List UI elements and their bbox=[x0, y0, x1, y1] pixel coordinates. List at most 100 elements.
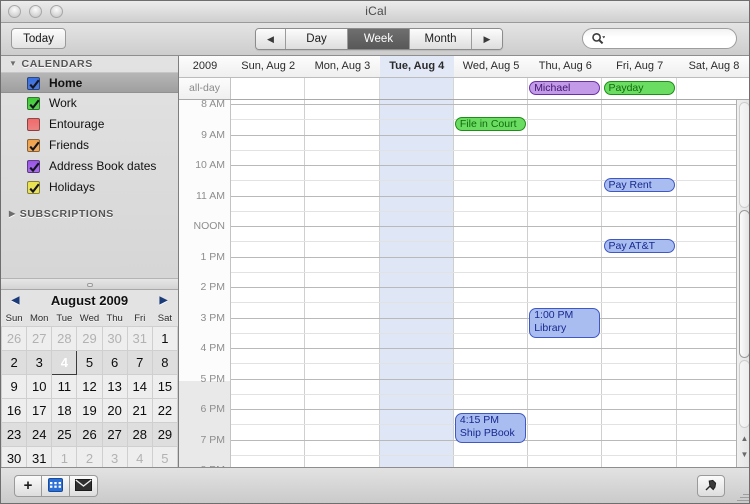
next-period-button[interactable]: ▶ bbox=[472, 29, 502, 49]
scrollbar-thumb[interactable] bbox=[739, 210, 749, 358]
sidebar-splitter[interactable] bbox=[1, 278, 178, 290]
all-day-cell-0[interactable] bbox=[231, 78, 306, 99]
mini-day-cell[interactable]: 26 bbox=[1, 325, 28, 351]
mini-day-cell[interactable]: 16 bbox=[1, 397, 28, 423]
calendar-checkbox[interactable] bbox=[27, 97, 40, 110]
all-day-cell-1[interactable] bbox=[305, 78, 380, 99]
calendar-event[interactable]: File in Court bbox=[454, 117, 527, 131]
mini-day-cell[interactable]: 19 bbox=[76, 397, 103, 423]
day-header-0[interactable]: Sun, Aug 2 bbox=[231, 56, 305, 77]
calendar-event[interactable]: Pay AT&T bbox=[603, 239, 675, 253]
subscriptions-group-header[interactable]: ▶ SUBSCRIPTIONS bbox=[1, 206, 178, 222]
mini-day-cell[interactable]: 11 bbox=[51, 373, 78, 399]
day-column-4[interactable] bbox=[528, 100, 603, 467]
calendar-checkbox[interactable] bbox=[27, 77, 40, 90]
scroll-up-arrow-icon[interactable]: ▲ bbox=[739, 432, 749, 446]
calendar-item-address-book-dates[interactable]: Address Book dates bbox=[1, 156, 178, 177]
mini-day-cell[interactable]: 21 bbox=[126, 397, 153, 423]
day-header-2[interactable]: Tue, Aug 4 bbox=[379, 56, 454, 77]
time-grid[interactable]: 8 AM 9 AM 10 AM 11 AM NOON 1 PM 2 PM 3 PM 4 PM 5 … bbox=[179, 100, 749, 467]
previous-period-button[interactable]: ◀ bbox=[256, 29, 286, 49]
mini-day-cell[interactable]: 18 bbox=[51, 397, 78, 423]
half-hour-gridline bbox=[231, 302, 749, 304]
mini-day-cell[interactable]: 24 bbox=[26, 421, 53, 447]
all-day-cell-2[interactable] bbox=[379, 78, 454, 99]
calendar-checkbox[interactable] bbox=[27, 160, 40, 173]
scrollbar-track-lower[interactable] bbox=[739, 360, 749, 428]
mini-day-cell[interactable]: 29 bbox=[76, 325, 103, 351]
day-header-6[interactable]: Sat, Aug 8 bbox=[677, 56, 749, 77]
mini-day-cell[interactable]: 20 bbox=[101, 397, 128, 423]
mini-prev-month-button[interactable]: ◀ bbox=[9, 295, 22, 307]
mini-day-cell[interactable]: 15 bbox=[151, 373, 179, 399]
mini-day-cell[interactable]: 10 bbox=[26, 373, 53, 399]
today-button[interactable]: Today bbox=[11, 28, 66, 49]
day-column-2[interactable] bbox=[379, 100, 454, 467]
all-day-event[interactable]: Payday bbox=[603, 81, 675, 95]
day-column-5[interactable] bbox=[603, 100, 677, 467]
tab-day[interactable]: Day bbox=[286, 29, 348, 49]
mini-day-cell[interactable]: 30 bbox=[101, 325, 128, 351]
calendar-item-holidays[interactable]: Holidays bbox=[1, 177, 178, 198]
mini-day-cell[interactable]: 22 bbox=[151, 397, 179, 423]
day-header-3[interactable]: Wed, Aug 5 bbox=[454, 56, 528, 77]
mini-day-cell[interactable]: 9 bbox=[1, 373, 28, 399]
mini-day-cell[interactable]: 12 bbox=[76, 373, 103, 399]
day-header-1[interactable]: Mon, Aug 3 bbox=[305, 56, 379, 77]
calendar-checkbox[interactable] bbox=[27, 181, 40, 194]
mini-day-cell[interactable]: 27 bbox=[26, 325, 53, 351]
vertical-scrollbar[interactable]: ▲ ▼ bbox=[736, 100, 749, 467]
day-column-3[interactable] bbox=[454, 100, 529, 467]
mini-day-cell[interactable]: 31 bbox=[126, 325, 153, 351]
mini-day-cell[interactable]: 3 bbox=[26, 349, 53, 375]
mini-day-cell[interactable]: 5 bbox=[76, 349, 103, 375]
all-day-event[interactable]: Michael bbox=[529, 81, 601, 95]
calendar-event[interactable]: 4:15 PM Ship PBook bbox=[454, 413, 527, 443]
mini-day-cell[interactable]: 23 bbox=[1, 421, 28, 447]
add-calendar-button[interactable]: + bbox=[14, 475, 42, 497]
calendar-item-entourage[interactable]: Entourage bbox=[1, 114, 178, 135]
calendars-group-header[interactable]: ▼ CALENDARS bbox=[1, 56, 178, 72]
disclosure-triangle-right-icon[interactable]: ▶ bbox=[9, 206, 16, 222]
all-day-cell-6[interactable] bbox=[677, 78, 749, 99]
mini-day-cell[interactable]: 14 bbox=[126, 373, 153, 399]
mini-day-cell[interactable]: 2 bbox=[1, 349, 28, 375]
calendar-event[interactable]: Pay Rent bbox=[603, 178, 675, 192]
show-calendars-button[interactable] bbox=[42, 475, 70, 497]
all-day-cell-3[interactable] bbox=[454, 78, 529, 99]
mini-day-cell[interactable]: 26 bbox=[76, 421, 103, 447]
tab-week[interactable]: Week bbox=[348, 29, 410, 49]
mini-next-month-button[interactable]: ▶ bbox=[157, 295, 170, 307]
mini-day-cell[interactable]: 6 bbox=[101, 349, 128, 375]
day-column-1[interactable] bbox=[305, 100, 380, 467]
mini-day-cell[interactable]: 4 bbox=[51, 349, 78, 375]
mini-day-cell[interactable]: 8 bbox=[151, 349, 179, 375]
calendar-item-work[interactable]: Work bbox=[1, 93, 178, 114]
day-header-5[interactable]: Fri, Aug 7 bbox=[603, 56, 677, 77]
calendar-item-home[interactable]: Home bbox=[1, 72, 178, 93]
tab-month[interactable]: Month bbox=[410, 29, 472, 49]
mail-event-button[interactable] bbox=[70, 475, 98, 497]
day-column-0[interactable] bbox=[231, 100, 306, 467]
search-input[interactable] bbox=[609, 31, 731, 47]
mini-day-cell[interactable]: 28 bbox=[126, 421, 153, 447]
mini-day-cell[interactable]: 27 bbox=[101, 421, 128, 447]
calendar-item-friends[interactable]: Friends bbox=[1, 135, 178, 156]
day-header-4[interactable]: Thu, Aug 6 bbox=[528, 56, 602, 77]
calendar-checkbox[interactable] bbox=[27, 139, 40, 152]
calendar-event[interactable]: 1:00 PM Library bbox=[529, 308, 601, 338]
search-field[interactable] bbox=[582, 28, 737, 49]
disclosure-triangle-down-icon[interactable]: ▼ bbox=[9, 56, 18, 72]
resize-grip[interactable] bbox=[735, 489, 749, 503]
mini-day-cell[interactable]: 13 bbox=[101, 373, 128, 399]
scroll-down-arrow-icon[interactable]: ▼ bbox=[739, 448, 749, 462]
mini-day-cell[interactable]: 28 bbox=[51, 325, 78, 351]
mini-day-cell[interactable]: 29 bbox=[151, 421, 179, 447]
scrollbar-track-upper[interactable] bbox=[739, 102, 749, 208]
mini-day-cell[interactable]: 7 bbox=[126, 349, 153, 375]
mini-day-cell[interactable]: 17 bbox=[26, 397, 53, 423]
mini-day-cell[interactable]: 1 bbox=[151, 325, 179, 351]
pin-notifications-button[interactable] bbox=[697, 475, 725, 497]
calendar-checkbox[interactable] bbox=[27, 118, 40, 131]
mini-day-cell[interactable]: 25 bbox=[51, 421, 78, 447]
